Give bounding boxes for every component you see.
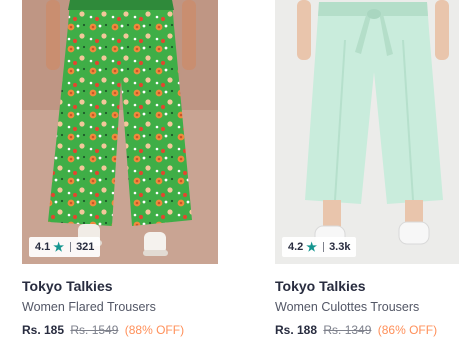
product-price: Rs. 185 (22, 323, 65, 337)
product-discount: (88% OFF) (124, 323, 185, 337)
rating-count: 321 (76, 241, 95, 253)
price-row: Rs. 185 Rs. 1549 (88% OFF) (22, 323, 218, 338)
product-photo (275, 0, 459, 264)
product-price: Rs. 188 (275, 323, 318, 337)
product-image[interactable]: 4.1 ★ 321 (22, 0, 218, 264)
product-card[interactable]: 4.2 ★ 3.3k Tokyo Talkies Women Culottes … (275, 0, 459, 338)
star-icon: ★ (306, 240, 318, 254)
rating-badge: 4.1 ★ 321 (29, 237, 101, 257)
rating-divider (70, 242, 72, 252)
product-image[interactable]: 4.2 ★ 3.3k (275, 0, 459, 264)
product-card[interactable]: 4.1 ★ 321 Tokyo Talkies Women Flared Tro… (22, 0, 218, 338)
product-photo (22, 0, 218, 264)
product-brand[interactable]: Tokyo Talkies (275, 278, 459, 294)
rating-value: 4.1 (35, 241, 51, 253)
rating-value: 4.2 (288, 241, 304, 253)
rating-badge: 4.2 ★ 3.3k (282, 237, 357, 257)
rating-divider (323, 242, 325, 252)
product-brand[interactable]: Tokyo Talkies (22, 278, 218, 294)
product-mrp: Rs. 1349 (323, 323, 372, 337)
product-discount: (86% OFF) (377, 323, 438, 337)
product-name[interactable]: Women Culottes Trousers (275, 300, 459, 315)
product-name[interactable]: Women Flared Trousers (22, 300, 218, 315)
star-icon: ★ (53, 240, 65, 254)
rating-count: 3.3k (329, 241, 351, 253)
product-mrp: Rs. 1549 (70, 323, 119, 337)
price-row: Rs. 188 Rs. 1349 (86% OFF) (275, 323, 459, 338)
